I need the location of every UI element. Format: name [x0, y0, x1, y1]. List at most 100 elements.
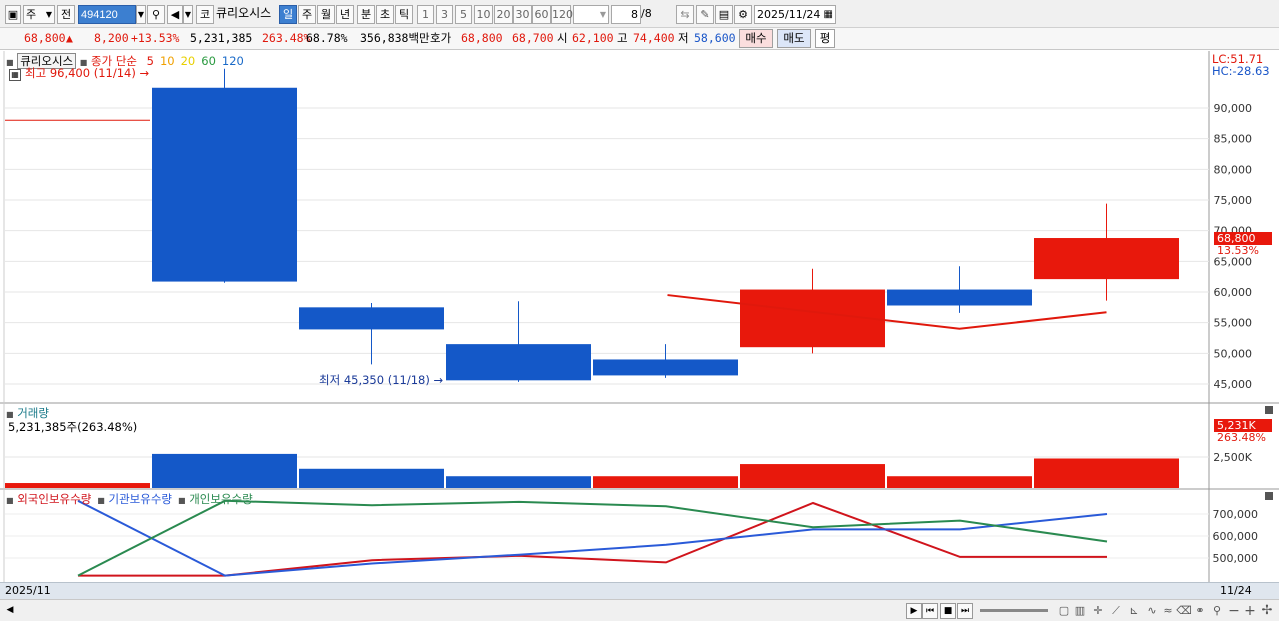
holding-tick-label: 600,000	[1213, 530, 1259, 543]
prev-button[interactable]: 전	[57, 5, 75, 24]
holding-legend-item[interactable]: 개인보유수량	[186, 492, 253, 506]
compare-icon[interactable]: ⇆	[676, 5, 694, 24]
page-counter[interactable]: 8	[611, 5, 641, 24]
interval-120[interactable]: 120	[551, 5, 573, 24]
volume-bar	[446, 476, 591, 488]
search-icon[interactable]: ⚲	[147, 5, 165, 24]
volume-bar	[887, 476, 1032, 488]
scroll-first-icon[interactable]: ⏮	[922, 603, 938, 619]
crosshair-icon[interactable]: ✛	[1090, 603, 1106, 619]
period-tab-tick[interactable]: 틱	[395, 5, 413, 24]
interval-5[interactable]: 5	[455, 5, 472, 24]
period-tab-minute[interactable]: 분	[357, 5, 375, 24]
volume-bar	[1034, 458, 1179, 488]
split-icon[interactable]: ▥	[1072, 603, 1088, 619]
window-icon[interactable]: ▣	[5, 5, 21, 24]
control-bar: ◀ ▶ ⏮ ■ ⏭ ▢ ▥ ✛ ⟋ ⊾ ∿ ≈ ⌫ ⚭ ⚲ − + ✢	[0, 599, 1279, 621]
period-tab-day[interactable]: 일	[279, 5, 297, 24]
interval-1[interactable]: 1	[417, 5, 434, 24]
code-dropdown-button[interactable]: ▼	[136, 5, 146, 24]
custom-interval-select[interactable]: ▼	[573, 5, 609, 24]
panel-marker-icon: ■	[177, 496, 186, 505]
buy-button[interactable]: 매수	[739, 29, 773, 48]
hoga-label: 호가	[430, 31, 452, 45]
draw-icon[interactable]: ✎	[696, 5, 714, 24]
low-note-text: 최저 45,350 (11/18)	[319, 373, 430, 387]
price-tick-label: 55,000	[1214, 317, 1253, 330]
date-input[interactable]: 2025/11/24 ▦	[754, 5, 836, 24]
chevron-down-icon: ▼	[45, 10, 52, 19]
save-icon[interactable]: ▤	[715, 5, 733, 24]
volume-title[interactable]: 거래량	[17, 406, 49, 420]
scroll-last-icon[interactable]: ⏭	[957, 603, 973, 619]
table-icon[interactable]: ▦	[9, 69, 21, 81]
interval-60[interactable]: 60	[532, 5, 551, 24]
price-tick-label: 75,000	[1214, 194, 1253, 207]
period-tab-week[interactable]: 주	[298, 5, 316, 24]
link-icon[interactable]: ⚭	[1192, 603, 1208, 619]
expand-icon[interactable]: ✢	[1259, 603, 1275, 619]
ma-period-20[interactable]: 20	[181, 54, 196, 68]
holding-tick-label: 500,000	[1213, 552, 1259, 565]
holding-legend-item[interactable]: 기관보유수량	[105, 492, 172, 506]
holding-legend-item[interactable]: 외국인보유수량	[14, 492, 91, 506]
market-select[interactable]: 주 ▼	[23, 5, 55, 24]
price-tick-label: 45,000	[1214, 378, 1253, 391]
volume-bar	[299, 468, 444, 488]
holding-close-icon[interactable]	[1265, 492, 1273, 500]
sell-button[interactable]: 매도	[777, 29, 811, 48]
volume-close-icon[interactable]	[1265, 406, 1273, 414]
period-tab-year[interactable]: 년	[336, 5, 354, 24]
candle-body	[299, 307, 444, 330]
date-axis: 2025/11 11/24	[0, 582, 1279, 599]
scroll-left-icon[interactable]: ◀	[2, 603, 18, 619]
trend-icon[interactable]: ⟋	[1108, 603, 1124, 619]
volume-ratio: 263.48%	[262, 31, 311, 45]
wave-icon[interactable]: ∿	[1144, 603, 1160, 619]
up-arrow-icon: ▲	[66, 31, 73, 45]
measure-icon[interactable]: ⊾	[1126, 603, 1142, 619]
holding-legend: ■ 외국인보유수량 ■ 기관보유수량 ■ 개인보유수량	[6, 491, 253, 507]
eraser-icon[interactable]: ⌫	[1176, 603, 1192, 619]
candle-body	[593, 359, 738, 376]
type-button[interactable]: 코	[196, 5, 214, 24]
interval-3[interactable]: 3	[436, 5, 453, 24]
speaker-icon[interactable]: ◀	[167, 5, 183, 24]
hc-label: HC:-28.63	[1212, 64, 1270, 78]
zoom-slider[interactable]	[980, 609, 1048, 612]
price-change: 8,200	[94, 31, 129, 45]
volume-value: 5,231,385주(263.48%)	[8, 420, 138, 434]
period-tab-month[interactable]: 월	[317, 5, 335, 24]
interval-20[interactable]: 20	[494, 5, 513, 24]
individual-holding-line	[77, 499, 1108, 577]
high-price: 74,400	[633, 31, 675, 45]
volume-bar	[152, 453, 297, 488]
date-value: 2025/11/24	[757, 8, 821, 21]
price-tick-label: 90,000	[1214, 102, 1253, 115]
speaker-dropdown-button[interactable]: ▼	[183, 5, 193, 24]
scroll-right-icon[interactable]: ▶	[906, 603, 922, 619]
ma-period-60[interactable]: 60	[201, 54, 216, 68]
last-pct-label: 13.53%	[1217, 244, 1259, 257]
date-axis-start: 2025/11	[5, 584, 51, 597]
candle-body	[887, 289, 1032, 306]
chart-area[interactable]: 90,00085,00080,00075,00070,00065,00060,0…	[0, 51, 1279, 600]
stock-code-input[interactable]	[78, 5, 136, 24]
ma-period-120[interactable]: 120	[222, 54, 244, 68]
eval-button[interactable]: 평	[815, 29, 835, 48]
stop-icon[interactable]: ■	[940, 603, 956, 619]
page-counter-value: 8	[631, 8, 638, 21]
ma-periods: 5 10 20 60 120	[141, 54, 244, 68]
market-mode-label: 주	[26, 8, 37, 21]
ma-period-10[interactable]: 10	[160, 54, 175, 68]
period-tab-second[interactable]: 초	[376, 5, 394, 24]
zoom-icon[interactable]: ⚲	[1209, 603, 1225, 619]
holding-tick-label: 700,000	[1213, 508, 1259, 521]
minus-icon[interactable]: −	[1226, 603, 1242, 619]
wave2-icon[interactable]: ≈	[1160, 603, 1176, 619]
plus-icon[interactable]: +	[1242, 603, 1258, 619]
interval-30[interactable]: 30	[513, 5, 532, 24]
gear-icon[interactable]: ⚙	[734, 5, 752, 24]
layout-icon[interactable]: ▢	[1056, 603, 1072, 619]
interval-10[interactable]: 10	[474, 5, 493, 24]
